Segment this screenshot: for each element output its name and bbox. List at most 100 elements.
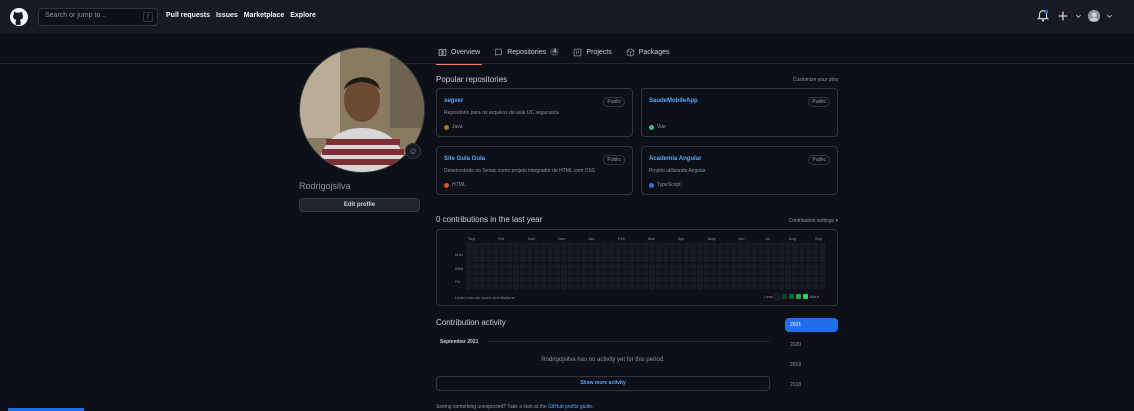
contribution-cell xyxy=(696,283,703,290)
contribution-cell xyxy=(594,283,601,290)
contribution-cell xyxy=(533,243,540,249)
contribution-cell xyxy=(554,243,560,249)
smiley-icon[interactable]: ☺ xyxy=(405,143,421,159)
year-link[interactable]: 2018 xyxy=(785,378,838,392)
month-label: May xyxy=(708,236,716,241)
repo-description: Projeto utilizando Angular xyxy=(649,168,706,174)
contribution-cell xyxy=(676,256,683,263)
legend-swatch xyxy=(802,294,808,299)
contribution-settings-dropdown[interactable]: Contribution settings ▾ xyxy=(789,218,838,224)
chevron-down-icon[interactable] xyxy=(1107,9,1112,23)
contribution-cell xyxy=(812,276,819,283)
repo-name-link[interactable]: Academia Angular xyxy=(649,156,701,162)
chevron-down-icon[interactable] xyxy=(1076,9,1081,23)
nav-issues[interactable]: Issues xyxy=(216,12,238,19)
contribution-cell xyxy=(628,263,635,269)
contribution-cell xyxy=(662,249,669,256)
contribution-cell xyxy=(778,256,785,263)
contribution-cell xyxy=(554,249,560,256)
nav-marketplace[interactable]: Marketplace xyxy=(244,12,284,19)
customize-pins-link[interactable]: Customize your pins xyxy=(793,77,838,83)
learn-contributions-link[interactable]: Learn how we count contributions xyxy=(455,295,515,300)
contribution-cell xyxy=(792,256,798,263)
contribution-cell xyxy=(520,263,526,269)
contribution-cell xyxy=(751,270,758,276)
profile-guide-text: Seeing something unexpected? Take a look… xyxy=(436,404,547,410)
profile-guide-link[interactable]: GitHub profile guide. xyxy=(548,404,594,410)
contribution-cell xyxy=(642,249,649,256)
month-label: Nov xyxy=(528,236,536,241)
year-link[interactable]: 2019 xyxy=(785,358,838,372)
edit-profile-button[interactable]: Edit profile xyxy=(299,198,420,212)
repo-card: Site Gula Gula Public Desenvolvido no Se… xyxy=(436,146,633,195)
repo-name-link[interactable]: SaudeMobileApp xyxy=(649,98,698,104)
contribution-cell xyxy=(778,263,785,269)
contribution-cell xyxy=(696,263,703,269)
contribution-cell xyxy=(499,263,506,269)
contribution-cell xyxy=(812,283,819,290)
contribution-cell xyxy=(622,270,628,276)
contribution-cell xyxy=(506,270,513,276)
notification-bell-icon[interactable] xyxy=(1036,9,1050,23)
contribution-cell xyxy=(547,249,553,256)
contribution-cell xyxy=(486,263,492,269)
contribution-cell xyxy=(615,263,622,269)
contribution-cell xyxy=(703,243,710,249)
visibility-badge: Public xyxy=(808,97,830,107)
contribution-cell xyxy=(676,243,683,249)
contribution-cell xyxy=(778,249,785,256)
contribution-cell xyxy=(676,283,683,290)
header-nav: Pull requests Issues Marketplace Explore xyxy=(166,12,316,19)
language-color-dot xyxy=(444,182,449,188)
contribution-cell xyxy=(683,249,690,256)
contribution-cell xyxy=(479,243,485,249)
contribution-cell xyxy=(506,249,513,256)
contribution-cell xyxy=(479,256,486,263)
contribution-cell xyxy=(547,256,553,263)
year-link[interactable]: 2021 xyxy=(785,318,838,332)
contribution-cell xyxy=(662,276,669,283)
contribution-cell xyxy=(486,276,492,283)
contribution-cell xyxy=(608,243,615,249)
contribution-cell xyxy=(737,283,744,290)
github-logo-icon[interactable] xyxy=(10,8,28,26)
avatar[interactable] xyxy=(1087,9,1101,23)
contribution-cell xyxy=(561,243,567,249)
repo-name-link[interactable]: Site Gula Gula xyxy=(444,156,485,162)
year-list: 2021 2020 2019 2018 xyxy=(785,318,838,398)
contribution-cell xyxy=(724,270,730,276)
contribution-cell xyxy=(560,283,567,290)
contribution-cell xyxy=(642,276,649,283)
contribution-cell xyxy=(622,276,628,283)
nav-explore[interactable]: Explore xyxy=(290,12,316,19)
contribution-cell xyxy=(799,249,805,256)
contribution-cell xyxy=(628,256,635,263)
language-color-dot xyxy=(649,182,654,188)
contribution-cell xyxy=(615,270,622,276)
tab-packages[interactable]: Packages xyxy=(626,44,670,60)
contribution-cell xyxy=(533,256,540,263)
contribution-cell xyxy=(819,263,826,269)
nav-pull-requests[interactable]: Pull requests xyxy=(166,12,210,19)
contribution-cell xyxy=(499,276,506,283)
search-input[interactable]: Search or jump to... / xyxy=(38,8,158,26)
tab-repositories[interactable]: Repositories 4 xyxy=(494,44,560,60)
contribution-cell xyxy=(717,243,723,249)
contribution-cell xyxy=(493,276,499,283)
month-label: Dec xyxy=(558,236,566,241)
legend-more: More xyxy=(809,294,819,299)
year-link[interactable]: 2020 xyxy=(785,338,838,352)
contribution-cell xyxy=(724,249,730,256)
contribution-cell xyxy=(608,263,615,269)
contribution-cell xyxy=(744,263,751,269)
repo-name-link[interactable]: segver xyxy=(444,98,463,104)
tab-overview[interactable]: Overview xyxy=(435,44,483,65)
plus-icon[interactable] xyxy=(1056,9,1070,23)
legend-swatch xyxy=(781,294,787,299)
contribution-cell xyxy=(676,276,683,283)
show-more-activity-button[interactable]: Show more activity xyxy=(436,376,770,391)
tab-projects[interactable]: Projects xyxy=(573,44,612,60)
contribution-cell xyxy=(792,283,798,290)
contribution-cell xyxy=(547,243,553,249)
contribution-cell xyxy=(466,243,472,249)
